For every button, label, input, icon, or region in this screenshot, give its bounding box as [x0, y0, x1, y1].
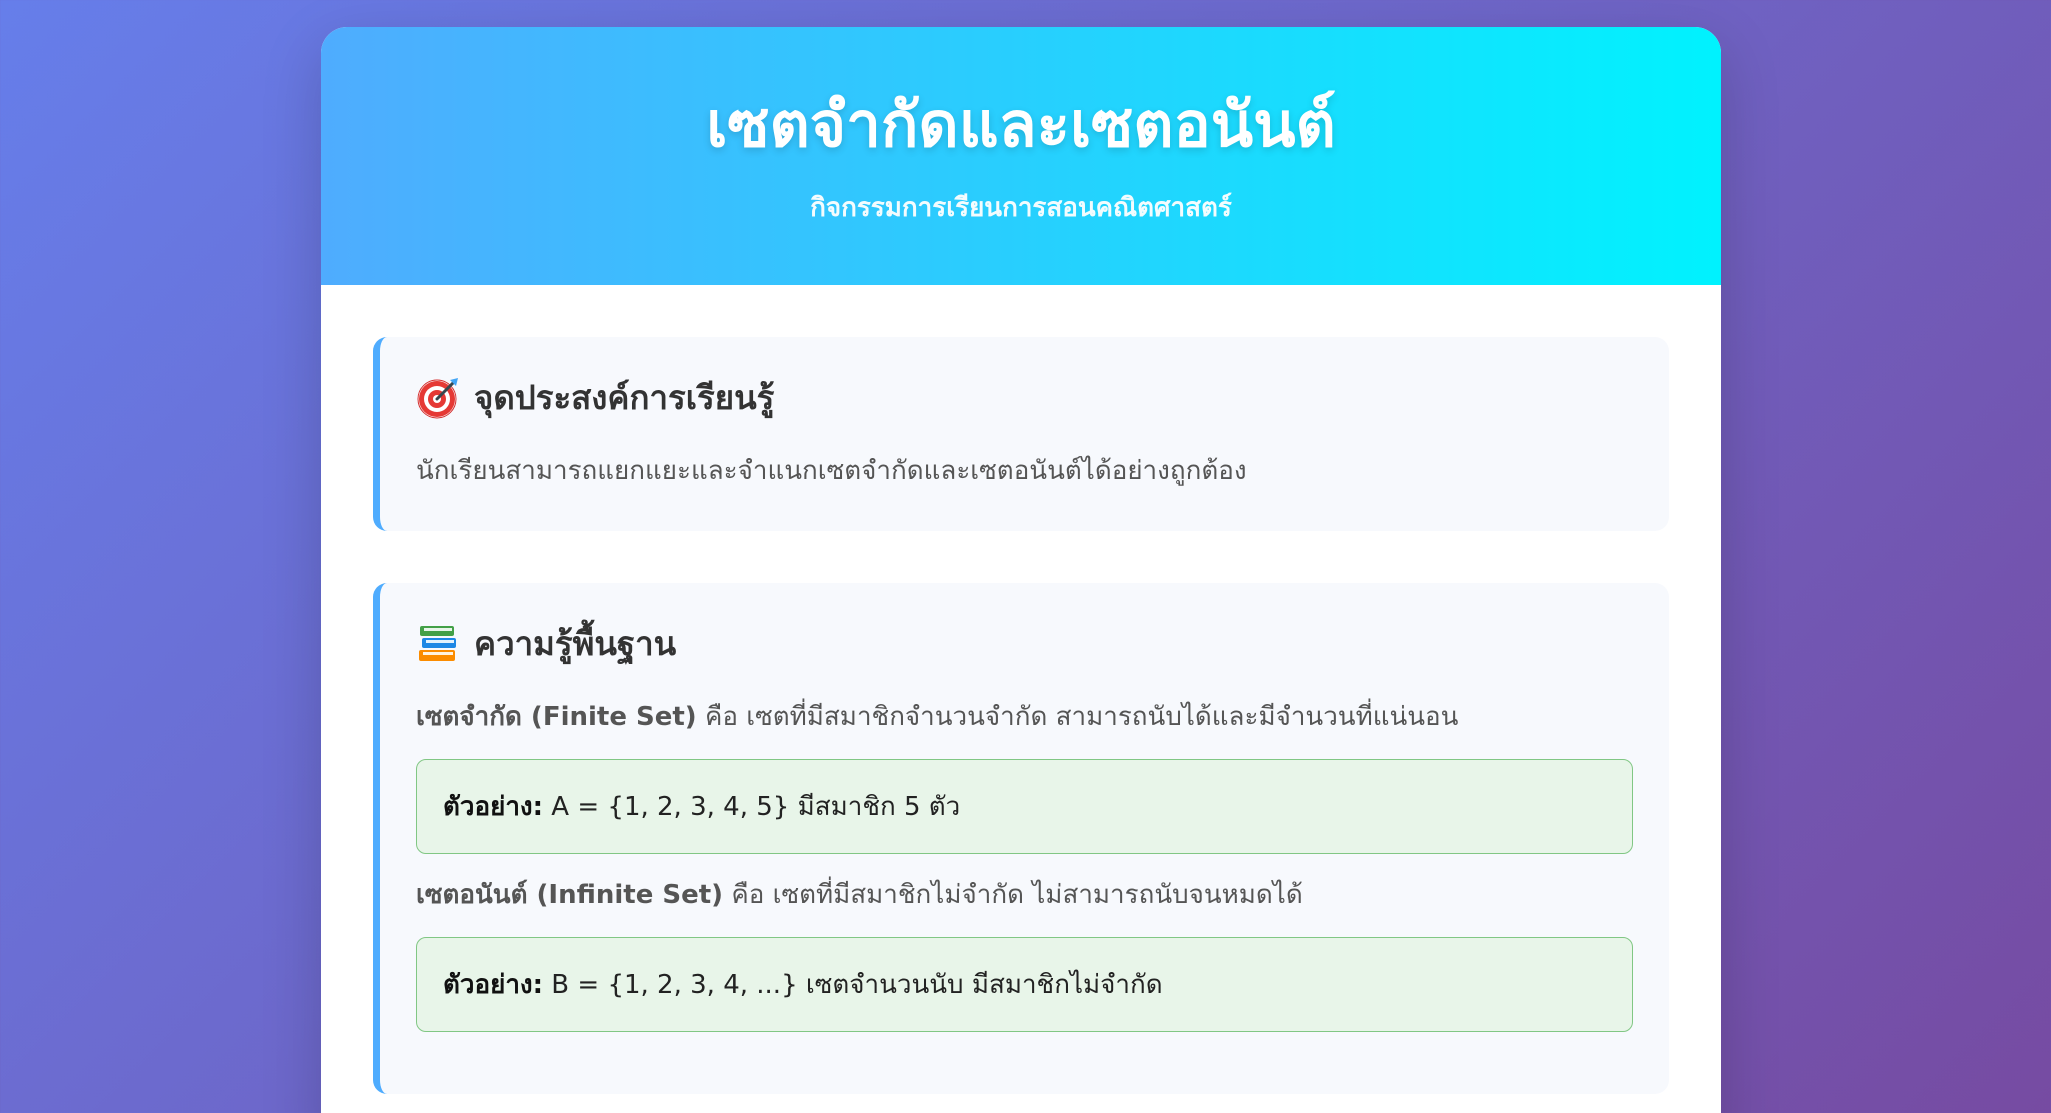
finite-definition: เซตจำกัด (Finite Set) คือ เซตที่มีสมาชิก… — [416, 698, 1633, 737]
target-icon — [416, 376, 460, 420]
finite-definition-text: คือ เซตที่มีสมาชิกจำนวนจำกัด สามารถนับได… — [696, 702, 1459, 732]
page-title: เซตจำกัดและเซตอนันต์ — [706, 88, 1336, 161]
finite-example-label: ตัวอย่าง: — [443, 792, 544, 822]
objectives-heading-text: จุดประสงค์การเรียนรู้ — [474, 378, 775, 417]
main-card: เซตจำกัดและเซตอนันต์ กิจกรรมการเรียนการส… — [321, 27, 1721, 1113]
objectives-text: นักเรียนสามารถแยกแยะและจำแนกเซตจำกัดและเ… — [416, 456, 1247, 486]
infinite-definition: เซตอนันต์ (Infinite Set) คือ เซตที่มีสมา… — [416, 876, 1633, 915]
basics-heading: ความรู้พื้นฐาน — [416, 617, 1633, 670]
finite-term: เซตจำกัด (Finite Set) — [416, 702, 697, 732]
infinite-example-text: B = {1, 2, 3, 4, ...} เซตจำนวนนับ มีสมาช… — [543, 970, 1163, 1000]
basics-heading-text: ความรู้พื้นฐาน — [474, 624, 677, 663]
page-subtitle: กิจกรรมการเรียนการสอนคณิตศาสตร์ — [810, 193, 1232, 224]
finite-example-box: ตัวอย่าง: A = {1, 2, 3, 4, 5} มีสมาชิก 5… — [416, 759, 1633, 854]
objectives-section: จุดประสงค์การเรียนรู้ นักเรียนสามารถแยกแ… — [373, 337, 1669, 531]
infinite-definition-text: คือ เซตที่มีสมาชิกไม่จำกัด ไม่สามารถนับจ… — [723, 880, 1303, 910]
finite-example-text: A = {1, 2, 3, 4, 5} มีสมาชิก 5 ตัว — [543, 792, 961, 822]
infinite-example-box: ตัวอย่าง: B = {1, 2, 3, 4, ...} เซตจำนวน… — [416, 937, 1633, 1032]
page-header: เซตจำกัดและเซตอนันต์ กิจกรรมการเรียนการส… — [321, 27, 1721, 285]
basics-section: ความรู้พื้นฐาน เซตจำกัด (Finite Set) คือ… — [373, 583, 1669, 1094]
books-icon — [416, 622, 460, 666]
infinite-example-label: ตัวอย่าง: — [443, 970, 544, 1000]
content-area: จุดประสงค์การเรียนรู้ นักเรียนสามารถแยกแ… — [321, 285, 1721, 1094]
objectives-heading: จุดประสงค์การเรียนรู้ — [416, 371, 1633, 424]
infinite-term: เซตอนันต์ (Infinite Set) — [416, 880, 724, 910]
